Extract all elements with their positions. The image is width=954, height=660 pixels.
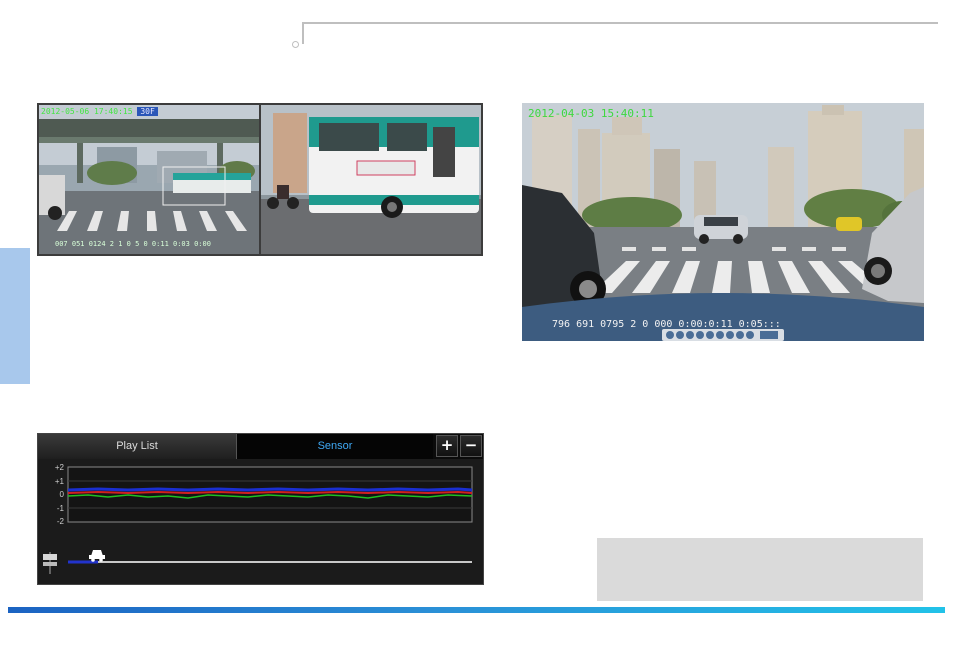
note-box <box>597 538 923 601</box>
sensor-y-trace <box>67 490 473 495</box>
right-timestamp: 2012-04-03 15:40:11 <box>528 107 654 120</box>
sensor-panel: Play List Sensor + − +2 +1 0 -1 -2 <box>37 433 484 585</box>
dual-view-screenshot: 2012-05-06 17:40:15 30F 007 051 0124 2 1… <box>37 103 483 256</box>
sensor-x-trace <box>67 487 473 492</box>
header-rule-hook <box>302 22 304 44</box>
dual-view-scene <box>39 105 481 254</box>
header-bullet-icon <box>292 41 299 48</box>
sensor-graph <box>43 466 473 574</box>
single-view-scene <box>522 103 924 341</box>
left-timestamp-text: 2012-05-06 17:40:15 <box>41 107 133 116</box>
single-view-screenshot: 2012-04-03 15:40:11 796 691 0795 2 0 000… <box>522 103 924 341</box>
manual-page: 2012-05-06 17:40:15 30F 007 051 0124 2 1… <box>0 0 954 660</box>
gps-sign-icon <box>43 552 57 574</box>
left-timestamp-suffix: 30F <box>137 107 158 116</box>
vehicle-position-icon[interactable] <box>89 550 105 562</box>
right-osd-readout: 796 691 0795 2 0 000 0:00:0:11 0:05::: <box>552 319 781 330</box>
chapter-side-tab <box>0 248 30 384</box>
left-osd-readout: 007 051 0124 2 1 0 5 0 0:11 0:03 0:00 <box>55 240 211 248</box>
footer-gradient-bar <box>8 607 945 613</box>
left-timestamp: 2012-05-06 17:40:15 30F <box>41 107 158 116</box>
header-rule <box>304 22 938 24</box>
